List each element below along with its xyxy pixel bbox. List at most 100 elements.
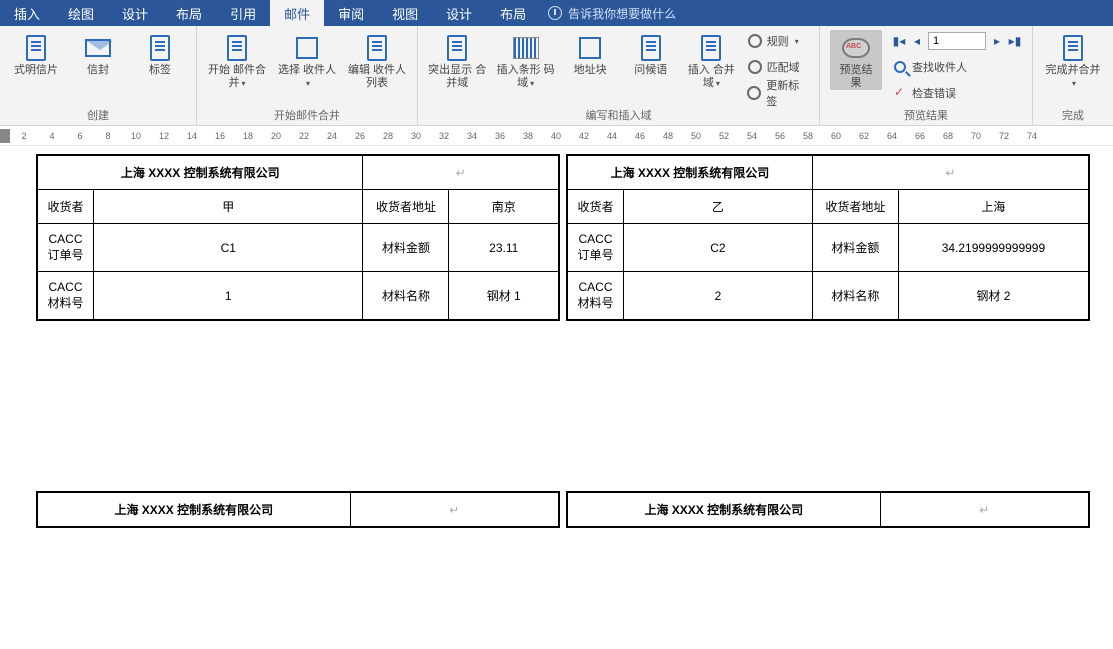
match-fields-button[interactable]: 匹配域 [747, 56, 809, 78]
tab-layout[interactable]: 布局 [162, 0, 216, 26]
ruler-mark: 46 [626, 131, 654, 141]
chevron-down-icon: ▾ [716, 79, 720, 88]
field-value: 钢材 1 [449, 272, 559, 320]
group-create: 式明信片 信封 标签 创建 [0, 26, 197, 125]
menu-tabs: 插入 绘图 设计 布局 引用 邮件 审阅 视图 设计 布局 告诉我你想要做什么 [0, 0, 1113, 26]
ruler-mark: 66 [906, 131, 934, 141]
tab-design[interactable]: 设计 [108, 0, 162, 26]
address-block-icon [579, 37, 601, 59]
select-recipients-button[interactable]: 选择 收件人▾ [277, 30, 337, 90]
tab-mailings[interactable]: 邮件 [270, 0, 324, 26]
tell-me-box[interactable]: 告诉我你想要做什么 [540, 0, 676, 26]
chevron-down-icon: ▾ [306, 79, 310, 88]
group-start-merge: 开始 邮件合并▾ 选择 收件人▾ 编辑 收件人列表 开始邮件合并 [197, 26, 418, 125]
envelope-button[interactable]: 信封 [72, 30, 124, 77]
ruler-mark: 50 [682, 131, 710, 141]
prev-record-button[interactable]: ◂ [910, 34, 924, 48]
merge-label-card: 上海 XXXX 控制系统有限公司↵ 收货者 乙 收货者地址 上海 CACC 订单… [566, 154, 1090, 321]
ruler-mark: 4 [38, 131, 66, 141]
ruler-mark: 60 [822, 131, 850, 141]
first-record-button[interactable]: ▮◂ [892, 34, 906, 48]
ruler-mark: 38 [514, 131, 542, 141]
chevron-down-icon: ▾ [241, 79, 245, 88]
ruler-mark: 48 [654, 131, 682, 141]
ruler-mark: 24 [318, 131, 346, 141]
postcard-button[interactable]: 式明信片 [10, 30, 62, 77]
record-number-input[interactable] [928, 32, 986, 50]
ruler-mark: 42 [570, 131, 598, 141]
ruler-mark: 34 [458, 131, 486, 141]
field-value: 34.2199999999999 [898, 224, 1088, 272]
field-value: 23.11 [449, 224, 559, 272]
highlight-icon [447, 35, 467, 61]
tab-review[interactable]: 审阅 [324, 0, 378, 26]
start-mail-merge-button[interactable]: 开始 邮件合并▾ [207, 30, 267, 90]
edit-recipient-list-button[interactable]: 编辑 收件人列表 [347, 30, 407, 90]
last-record-button[interactable]: ▸▮ [1008, 34, 1022, 48]
greeting-icon [641, 35, 661, 61]
field-label: 收货者 [38, 190, 94, 224]
ruler-mark: 68 [934, 131, 962, 141]
ruler-mark: 20 [262, 131, 290, 141]
ruler-mark: 58 [794, 131, 822, 141]
ruler-mark: 56 [766, 131, 794, 141]
update-icon [747, 86, 761, 100]
group-preview: 预览结果 ▮◂ ◂ ▸ ▸▮ 查找收件人 检查错误 预览结果 [820, 26, 1033, 125]
finish-merge-button[interactable]: 完成并合并▾ [1043, 30, 1103, 90]
insert-barcode-button[interactable]: 插入条形 码域▾ [496, 30, 554, 90]
find-recipient-button[interactable]: 查找收件人 [892, 56, 1022, 78]
group-label-finish: 完成 [1043, 105, 1103, 123]
merge-label-card: 上海 XXXX 控制系统有限公司↵ [36, 491, 560, 528]
ruler-mark: 52 [710, 131, 738, 141]
update-labels-button[interactable]: 更新标签 [747, 82, 809, 104]
group-label-create: 创建 [10, 105, 186, 123]
check-errors-button[interactable]: 检查错误 [892, 82, 1022, 104]
tab-insert[interactable]: 插入 [0, 0, 54, 26]
field-label: 收货者 [568, 190, 624, 224]
field-value: 1 [94, 272, 363, 320]
label-button[interactable]: 标签 [134, 30, 186, 77]
preview-results-button[interactable]: 预览结果 [830, 30, 882, 90]
ruler-mark: 26 [346, 131, 374, 141]
tab-design-2[interactable]: 设计 [432, 0, 486, 26]
ribbon: 式明信片 信封 标签 创建 开始 邮件合并▾ 选择 收件人▾ [0, 26, 1113, 126]
ruler-mark: 14 [178, 131, 206, 141]
search-icon [894, 61, 906, 73]
field-value: C1 [94, 224, 363, 272]
tab-layout-2[interactable]: 布局 [486, 0, 540, 26]
horizontal-ruler[interactable]: 2468101214161820222426283032343638404244… [0, 126, 1113, 146]
ruler-mark: 8 [94, 131, 122, 141]
card-title: 上海 XXXX 控制系统有限公司 [38, 156, 363, 190]
greeting-line-button[interactable]: 问候语 [625, 30, 676, 77]
ruler-mark: 6 [66, 131, 94, 141]
tab-references[interactable]: 引用 [216, 0, 270, 26]
field-label: CACC 材料号 [568, 272, 624, 320]
group-label-write: 编写和插入域 [428, 105, 809, 123]
tab-draw[interactable]: 绘图 [54, 0, 108, 26]
ruler-mark: 12 [150, 131, 178, 141]
field-value: 钢材 2 [898, 272, 1088, 320]
ruler-mark: 62 [850, 131, 878, 141]
envelope-icon [85, 39, 111, 57]
ruler-mark: 36 [486, 131, 514, 141]
address-block-button[interactable]: 地址块 [565, 30, 616, 77]
document-area[interactable]: 上海 XXXX 控制系统有限公司↵ 收货者 甲 收货者地址 南京 CACC 订单… [0, 146, 1113, 649]
highlight-merge-fields-button[interactable]: 突出显示 合并域 [428, 30, 486, 90]
next-record-button[interactable]: ▸ [990, 34, 1004, 48]
preview-icon [842, 38, 870, 58]
ruler-mark: 30 [402, 131, 430, 141]
barcode-icon [513, 37, 539, 59]
ruler-mark: 64 [878, 131, 906, 141]
merge-label-card: 上海 XXXX 控制系统有限公司↵ 收货者 甲 收货者地址 南京 CACC 订单… [36, 154, 560, 321]
ruler-mark: 72 [990, 131, 1018, 141]
insert-merge-field-button[interactable]: 插入 合并域▾ [686, 30, 737, 90]
rules-icon [748, 34, 762, 48]
rules-button[interactable]: 规则▾ [747, 30, 809, 52]
tab-view[interactable]: 视图 [378, 0, 432, 26]
card-title: 上海 XXXX 控制系统有限公司 [568, 156, 813, 190]
ruler-mark: 54 [738, 131, 766, 141]
ruler-mark: 44 [598, 131, 626, 141]
select-recipients-icon [296, 37, 318, 59]
ruler-mark: 40 [542, 131, 570, 141]
ruler-mark: 28 [374, 131, 402, 141]
